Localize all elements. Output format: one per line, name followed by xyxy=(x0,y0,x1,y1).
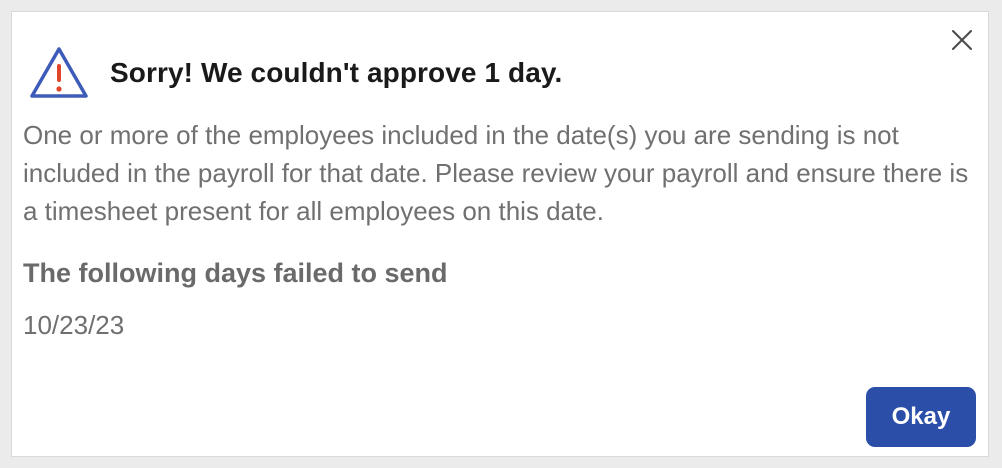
close-button[interactable] xyxy=(948,26,976,54)
close-icon xyxy=(952,30,972,50)
dialog-header: Sorry! We couldn't approve 1 day. xyxy=(28,38,562,108)
warning-triangle-icon xyxy=(28,44,90,102)
dialog-title: Sorry! We couldn't approve 1 day. xyxy=(110,56,563,88)
dialog-message: One or more of the employees included in… xyxy=(23,120,969,226)
failed-days-heading: The following days failed to send xyxy=(23,258,448,288)
failed-date: 10/23/23 xyxy=(23,310,125,340)
okay-button[interactable]: Okay xyxy=(866,387,976,447)
error-dialog: Sorry! We couldn't approve 1 day. One or… xyxy=(11,11,989,457)
